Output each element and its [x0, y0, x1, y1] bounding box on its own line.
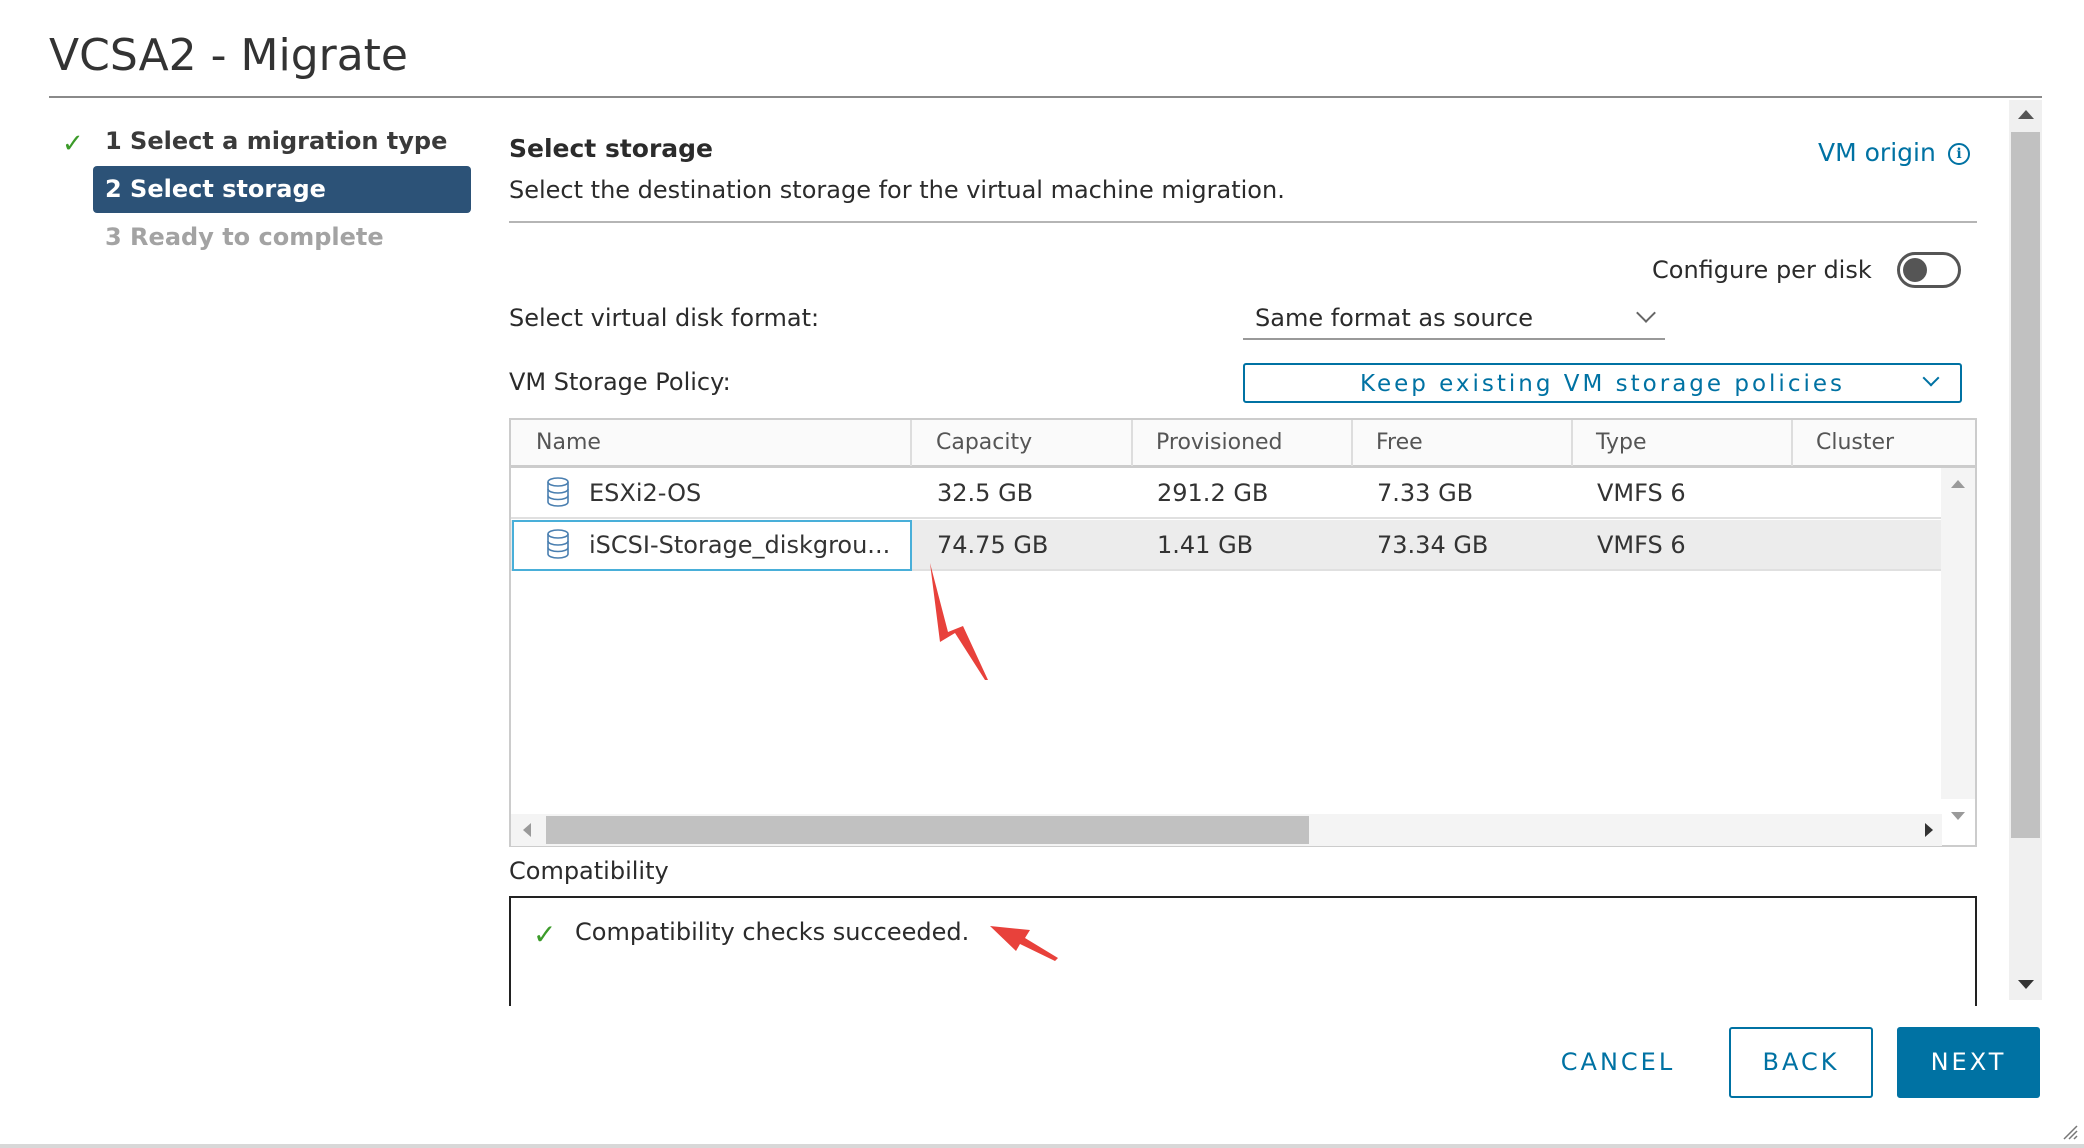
cell-type: VMFS 6: [1597, 479, 1686, 507]
column-header-name[interactable]: Name: [536, 430, 601, 455]
section-description: Select the destination storage for the v…: [509, 176, 1285, 204]
resize-grip-icon[interactable]: [2062, 1124, 2078, 1140]
back-button[interactable]: BACK: [1729, 1027, 1873, 1098]
toggle-knob: [1903, 258, 1927, 282]
storage-policy-label: VM Storage Policy:: [509, 368, 731, 396]
database-icon: [547, 529, 569, 559]
cell-name: iSCSI-Storage_diskgrou...: [589, 531, 891, 559]
cell-name: ESXi2-OS: [589, 479, 702, 507]
next-button[interactable]: NEXT: [1897, 1027, 2040, 1098]
cell-capacity: 32.5 GB: [937, 479, 1034, 507]
compatibility-panel: ✓ Compatibility checks succeeded.: [509, 896, 1977, 1006]
scroll-left-arrow-icon[interactable]: [523, 823, 531, 837]
storage-policy-select[interactable]: Keep existing VM storage policies: [1243, 363, 1962, 403]
column-header-type[interactable]: Type: [1596, 430, 1647, 455]
cell-capacity: 74.75 GB: [937, 531, 1049, 559]
vm-origin-link[interactable]: VM origin: [1818, 138, 1936, 167]
disk-format-label: Select virtual disk format:: [509, 304, 820, 332]
compatibility-label: Compatibility: [509, 857, 669, 885]
configure-per-disk-label: Configure per disk: [1652, 256, 1872, 284]
datastore-table: Name Capacity Provisioned Free Type Clus…: [509, 418, 1977, 847]
window-bottom-edge: [0, 1144, 2084, 1148]
scroll-down-arrow-icon[interactable]: [1951, 812, 1965, 820]
check-icon: ✓: [62, 129, 84, 159]
title-divider: [49, 96, 2042, 98]
content-scroll-thumb[interactable]: [2011, 132, 2040, 838]
disk-format-select[interactable]: Same format as source: [1243, 296, 1665, 340]
horizontal-scroll-thumb[interactable]: [546, 816, 1309, 844]
column-header-capacity[interactable]: Capacity: [936, 430, 1032, 455]
cell-provisioned: 1.41 GB: [1157, 531, 1254, 559]
column-divider[interactable]: [1571, 420, 1573, 466]
column-header-cluster[interactable]: Cluster: [1816, 430, 1894, 455]
cell-type: VMFS 6: [1597, 531, 1686, 559]
storage-policy-value: Keep existing VM storage policies: [1360, 371, 1845, 397]
dialog-title: VCSA2 - Migrate: [49, 30, 409, 81]
cell-free: 73.34 GB: [1377, 531, 1489, 559]
step-select-migration-type[interactable]: 1 Select a migration type: [105, 127, 447, 155]
disk-format-value: Same format as source: [1255, 304, 1533, 332]
table-vertical-scrollbar[interactable]: [1941, 468, 1975, 820]
table-row[interactable]: ESXi2-OS 32.5 GB 291.2 GB 7.33 GB VMFS 6: [511, 468, 1942, 519]
column-divider[interactable]: [1131, 420, 1133, 466]
step-select-storage[interactable]: 2 Select storage: [105, 175, 326, 203]
cell-free: 7.33 GB: [1377, 479, 1474, 507]
scroll-down-arrow-icon[interactable]: [2018, 980, 2034, 989]
table-row-selected[interactable]: iSCSI-Storage_diskgrou... 74.75 GB 1.41 …: [511, 520, 1942, 571]
section-divider: [509, 221, 1977, 223]
cancel-button[interactable]: CANCEL: [1542, 1027, 1694, 1098]
table-header: Name Capacity Provisioned Free Type Clus…: [511, 420, 1975, 468]
column-divider[interactable]: [910, 420, 912, 466]
check-icon: ✓: [533, 918, 557, 951]
column-header-provisioned[interactable]: Provisioned: [1156, 430, 1283, 455]
scroll-up-arrow-icon[interactable]: [1951, 480, 1965, 488]
compatibility-message: Compatibility checks succeeded.: [575, 918, 970, 946]
column-header-free[interactable]: Free: [1376, 430, 1423, 455]
configure-per-disk-toggle[interactable]: [1897, 252, 1961, 288]
chevron-down-icon: [1636, 303, 1656, 323]
column-divider[interactable]: [1791, 420, 1793, 466]
step-ready-to-complete: 3 Ready to complete: [105, 223, 384, 251]
table-horizontal-scrollbar[interactable]: [511, 814, 1942, 846]
scroll-right-arrow-icon[interactable]: [1925, 823, 1933, 837]
section-title: Select storage: [509, 134, 714, 163]
column-divider[interactable]: [1351, 420, 1353, 466]
database-icon: [547, 477, 569, 507]
content-vertical-scrollbar[interactable]: [2009, 100, 2042, 1000]
cell-provisioned: 291.2 GB: [1157, 479, 1269, 507]
scroll-up-arrow-icon[interactable]: [2018, 110, 2034, 119]
info-circle-icon[interactable]: i: [1948, 143, 1970, 165]
